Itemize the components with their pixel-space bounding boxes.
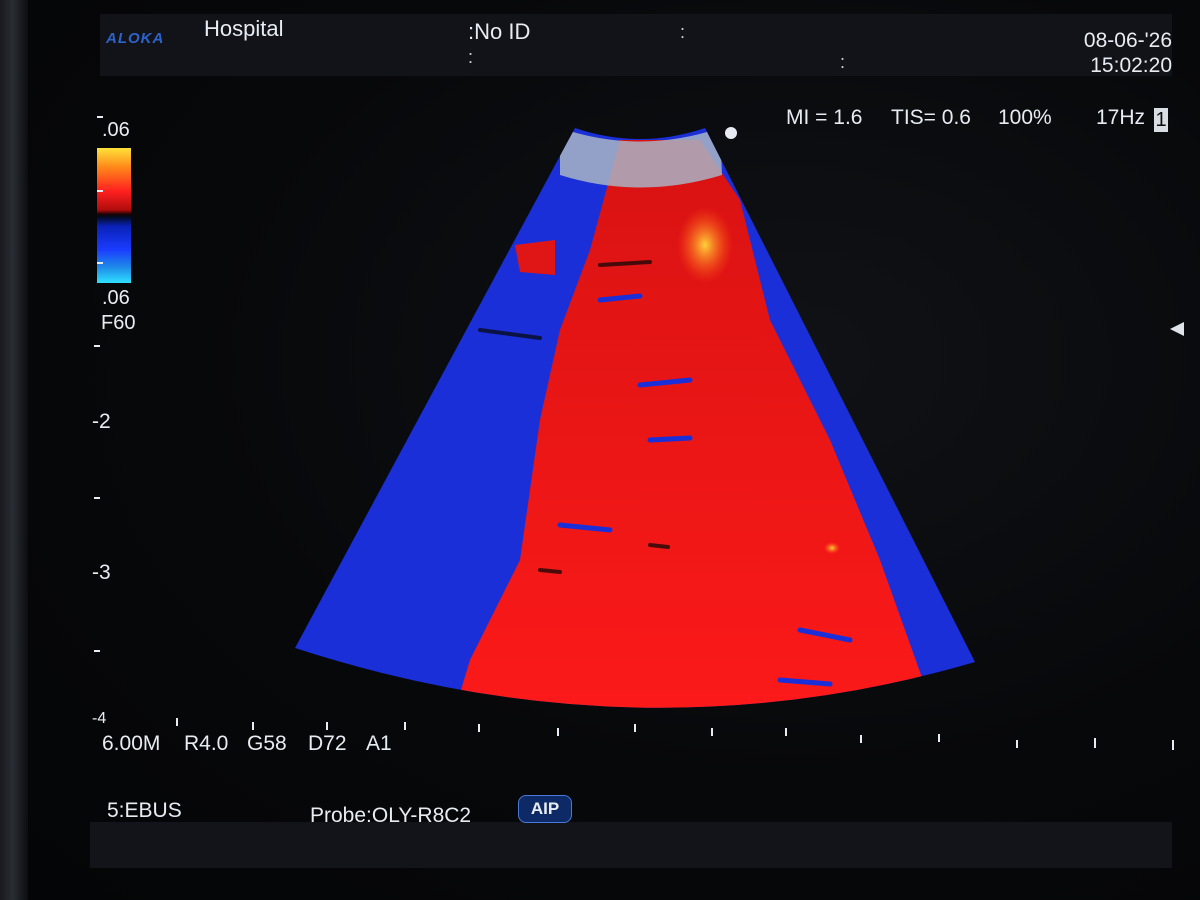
doppler-sector-image: [176, 127, 1174, 750]
doppler-aliasing-spot: [824, 542, 840, 554]
footer-bar: [90, 822, 1172, 868]
dynamic-range: D72: [308, 732, 347, 755]
doppler-aliasing-spot: [677, 207, 733, 283]
near-field-speckle: [560, 128, 722, 188]
probe-name: Probe:OLY-R8C2: [310, 804, 472, 827]
image-a-param: A1: [366, 732, 392, 755]
probe-orientation-marker: [725, 127, 737, 139]
exam-preset: 5:EBUS: [107, 799, 182, 822]
aip-button[interactable]: AIP: [518, 795, 572, 823]
doppler-red-patch: [515, 240, 555, 275]
image-range: 6.00M: [102, 732, 161, 755]
image-gain: G58: [247, 732, 287, 755]
image-resolution: R4.0: [184, 732, 229, 755]
